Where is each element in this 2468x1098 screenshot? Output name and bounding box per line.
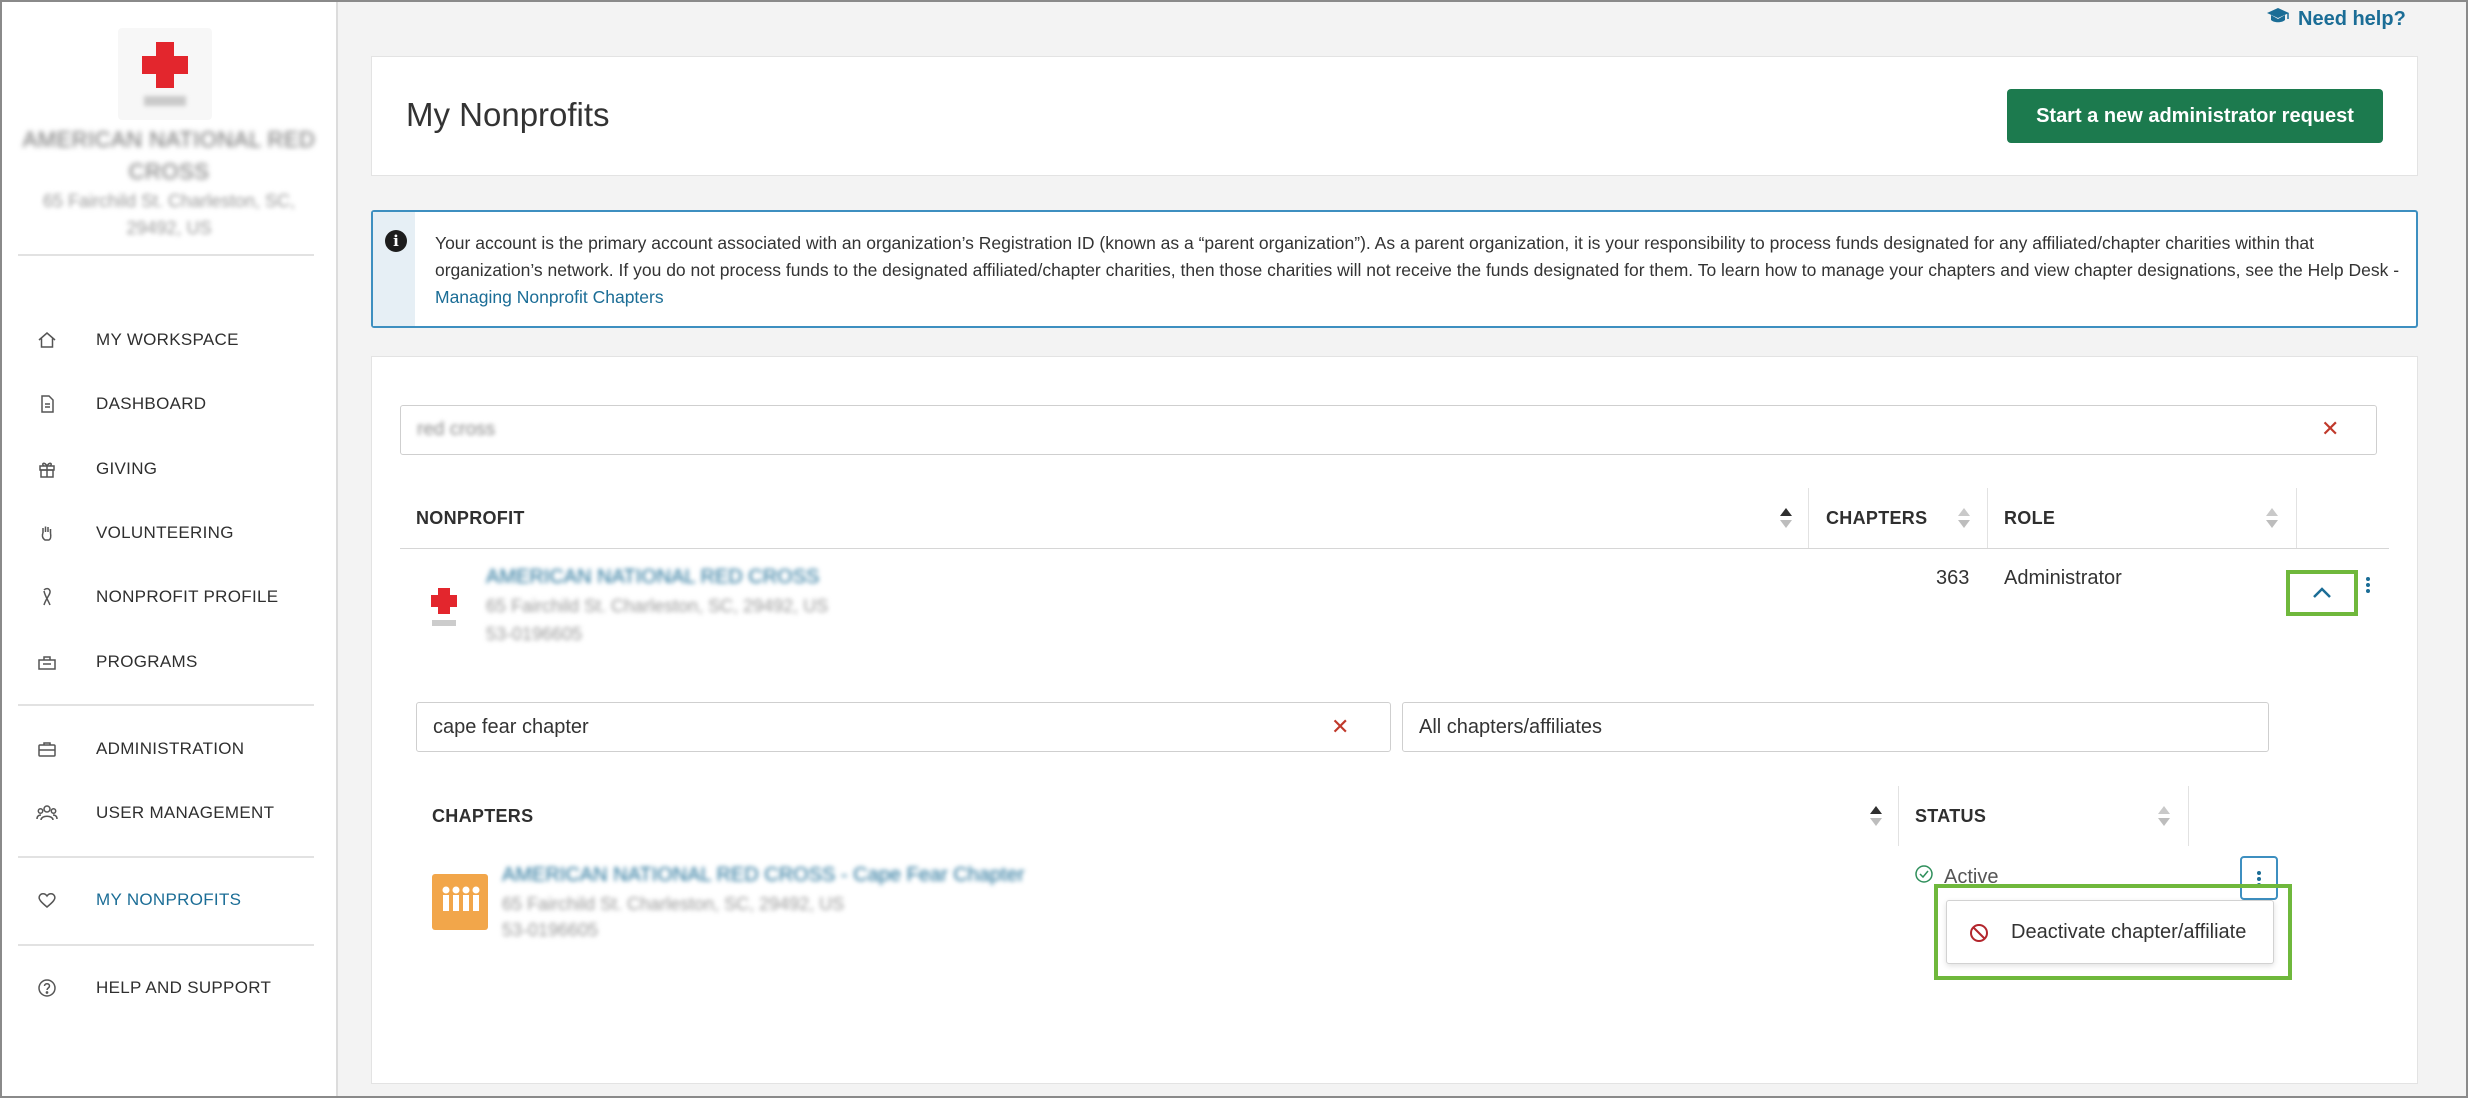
- row-actions-kebab-icon[interactable]: [2356, 570, 2380, 600]
- sidebar-item-volunteering[interactable]: VOLUNTEERING: [0, 513, 338, 553]
- chapter-ein: 53-0196605: [502, 920, 599, 940]
- info-icon: i: [385, 230, 407, 252]
- info-message: Your account is the primary account asso…: [435, 233, 2400, 280]
- document-icon: [36, 393, 58, 415]
- sidebar-divider: [18, 856, 314, 858]
- sidebar-item-dashboard[interactable]: DASHBOARD: [0, 384, 338, 424]
- nonprofit-address: 65 Fairchild St. Charleston, SC, 29492, …: [486, 596, 829, 616]
- column-header-chapters[interactable]: CHAPTERS: [1826, 508, 1927, 529]
- page-title: My Nonprofits: [406, 96, 610, 133]
- sidebar-item-user-management[interactable]: USER MANAGEMENT: [0, 793, 338, 833]
- info-text: Your account is the primary account asso…: [435, 230, 2405, 311]
- column-header-nonprofit[interactable]: NONPROFIT: [416, 508, 525, 529]
- sidebar-item-label: MY NONPROFITS: [96, 890, 242, 909]
- chapters-count: 363: [1936, 567, 1970, 589]
- hand-icon: [36, 522, 58, 544]
- table-header-divider: [400, 548, 2389, 549]
- sidebar-item-administration[interactable]: ADMINISTRATION: [0, 729, 338, 769]
- sort-icon[interactable]: [2158, 806, 2170, 828]
- column-header-status[interactable]: STATUS: [1915, 806, 1986, 827]
- sidebar-divider: [18, 254, 314, 256]
- sidebar-item-label: MY WORKSPACE: [96, 330, 239, 349]
- nonprofit-name-link[interactable]: AMERICAN NATIONAL RED CROSS: [486, 566, 819, 589]
- chapter-address: 65 Fairchild St. Charleston, SC, 29492, …: [502, 894, 845, 914]
- sort-icon[interactable]: [1958, 508, 1970, 530]
- sidebar-item-label: GIVING: [96, 459, 158, 478]
- chapter-name-link[interactable]: AMERICAN NATIONAL RED CROSS - Cape Fear …: [502, 864, 1024, 887]
- sidebar-item-label: DASHBOARD: [96, 394, 207, 413]
- ban-icon: [1969, 923, 1989, 943]
- need-help-label: Need help?: [2298, 7, 2406, 30]
- column-divider: [2296, 488, 2297, 548]
- info-callout: i Your account is the primary account as…: [371, 210, 2418, 328]
- sidebar-item-label: VOLUNTEERING: [96, 523, 234, 542]
- sidebar-item-label: PROGRAMS: [96, 652, 198, 671]
- chapter-logo: [432, 874, 488, 930]
- ribbon-icon: [36, 586, 58, 608]
- info-strip: i: [373, 212, 415, 326]
- sidebar-item-programs[interactable]: PROGRAMS: [0, 642, 338, 682]
- column-divider: [2188, 786, 2189, 846]
- column-divider: [1898, 786, 1899, 846]
- chapter-type-select[interactable]: All chapters/affiliates: [1402, 702, 2269, 752]
- sort-icon[interactable]: [1780, 508, 1792, 530]
- sidebar-item-label: ADMINISTRATION: [96, 739, 245, 758]
- sidebar-item-label: USER MANAGEMENT: [96, 803, 275, 822]
- search-value: red cross: [417, 419, 496, 440]
- column-header-chapters[interactable]: CHAPTERS: [432, 806, 533, 827]
- deactivate-label: Deactivate chapter/affiliate: [2011, 920, 2247, 943]
- chapter-actions-menu: Deactivate chapter/affiliate: [1946, 900, 2274, 964]
- clear-search-icon[interactable]: ✕: [2321, 416, 2339, 442]
- column-header-role[interactable]: ROLE: [2004, 508, 2055, 529]
- start-admin-request-button[interactable]: Start a new administrator request: [2007, 89, 2383, 143]
- clear-chapter-search-icon[interactable]: ✕: [1331, 714, 1349, 740]
- sidebar-item-help-and-support[interactable]: HELP AND SUPPORT: [0, 968, 338, 1008]
- sidebar: AMERICAN NATIONAL RED CROSS 65 Fairchild…: [0, 0, 338, 1098]
- chapter-search-value: cape fear chapter: [433, 716, 589, 738]
- question-icon: [36, 977, 58, 999]
- programs-icon: [36, 651, 58, 673]
- org-logo: [118, 28, 212, 120]
- sort-icon[interactable]: [1870, 806, 1882, 828]
- sidebar-item-giving[interactable]: GIVING: [0, 449, 338, 489]
- need-help-link[interactable]: Need help?: [2266, 6, 2406, 32]
- home-icon: [36, 329, 58, 351]
- nonprofit-logo: [424, 584, 464, 630]
- chapter-type-selected: All chapters/affiliates: [1419, 716, 1603, 738]
- collapse-row-button[interactable]: [2286, 570, 2358, 616]
- nonprofit-search-input[interactable]: red cross ✕: [400, 405, 2377, 455]
- chapter-search-input[interactable]: cape fear chapter ✕: [416, 702, 1391, 752]
- sidebar-item-label: NONPROFIT PROFILE: [96, 587, 279, 606]
- sidebar-item-nonprofit-profile[interactable]: NONPROFIT PROFILE: [0, 577, 338, 617]
- role-value: Administrator: [2004, 567, 2122, 589]
- org-address: 65 Fairchild St. Charleston, SC, 29492, …: [42, 191, 296, 238]
- check-circle-icon: [1914, 864, 1934, 890]
- column-divider: [1987, 488, 1988, 548]
- briefcase-icon: [36, 738, 58, 760]
- deactivate-chapter-menu-item[interactable]: Deactivate chapter/affiliate: [1947, 901, 2273, 963]
- chevron-up-icon: [2310, 584, 2334, 607]
- sidebar-divider: [18, 944, 314, 946]
- nonprofit-ein: 53-0196605: [486, 624, 583, 644]
- managing-chapters-link[interactable]: Managing Nonprofit Chapters: [435, 287, 664, 307]
- sidebar-divider: [18, 704, 314, 706]
- sidebar-item-my-workspace[interactable]: MY WORKSPACE: [0, 320, 338, 360]
- sidebar-item-label: HELP AND SUPPORT: [96, 978, 272, 997]
- users-icon: [36, 802, 58, 824]
- sidebar-item-my-nonprofits[interactable]: MY NONPROFITS: [0, 880, 338, 920]
- sort-icon[interactable]: [2266, 508, 2278, 530]
- gift-icon: [36, 458, 58, 480]
- column-divider: [1808, 488, 1809, 548]
- heart-icon: [36, 889, 58, 911]
- org-name: AMERICAN NATIONAL RED CROSS: [22, 127, 316, 184]
- graduation-cap-icon: [2266, 6, 2290, 32]
